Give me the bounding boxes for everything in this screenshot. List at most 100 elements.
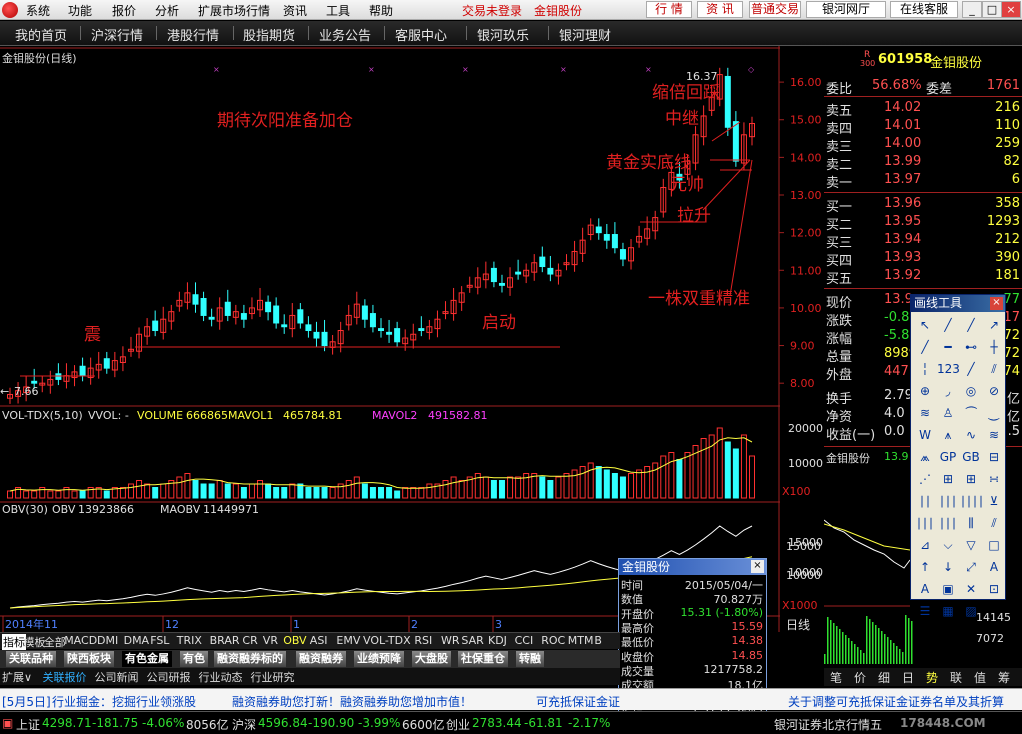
indicator-tab-15[interactable]: RSI <box>413 634 433 647</box>
ext-tab-2[interactable]: 公司新闻 <box>95 669 139 685</box>
rtab-4[interactable]: 势 <box>926 669 938 686</box>
buy-4-row[interactable]: 买四 13.93 390 <box>824 250 1022 269</box>
drawing-tool-icon[interactable]: ↑ <box>914 557 936 578</box>
indicator-tab-17[interactable]: SAR <box>460 634 484 647</box>
menu-system[interactable]: 系统 <box>26 2 50 19</box>
buy-1-row[interactable]: 买一 13.96 358 <box>824 196 1022 215</box>
drawing-tool-icon[interactable]: ⊟ <box>983 447 1005 468</box>
ext-tab-5[interactable]: 行业研究 <box>251 669 295 685</box>
drawing-tool-icon[interactable]: ⊿ <box>914 535 936 556</box>
news-item-2[interactable]: 融资融券助您打新！融资融券助您增加市值！ <box>232 693 472 710</box>
news-item-1[interactable]: 行业掘金：挖掘行业领涨股 <box>52 693 196 710</box>
drawing-tool-icon[interactable]: ▦ <box>937 601 959 622</box>
drawing-tool-icon[interactable]: ⫽ <box>983 359 1005 380</box>
drawing-tool-icon[interactable]: ♙ <box>937 403 959 424</box>
drawing-tool-icon[interactable]: ━ <box>937 337 959 358</box>
sector-tab-3[interactable]: 有色 <box>180 651 208 667</box>
sell-4-row[interactable]: 卖四 14.01 110 <box>824 118 1022 137</box>
drawing-tool-icon[interactable]: ⩕ <box>914 447 936 468</box>
drawing-tool-icon[interactable]: ◞ <box>937 381 959 402</box>
drawing-tool-icon[interactable]: ▨ <box>960 601 982 622</box>
drawing-tool-icon[interactable]: ⋰ <box>914 469 936 490</box>
sector-tab-5[interactable]: 融资融券 <box>296 651 346 667</box>
indicator-tab-4[interactable]: DMI <box>96 634 119 647</box>
drawing-tool-icon[interactable]: ≋ <box>914 403 936 424</box>
indicator-tab-12[interactable]: ASI <box>309 634 329 647</box>
drawing-tool-icon[interactable]: GB <box>960 447 982 468</box>
sector-tab-2[interactable]: 有色金属 <box>122 651 172 667</box>
news-item-4[interactable]: 关于调整可充抵保证金证券名单及其折算 <box>788 693 1004 710</box>
drawing-tool-icon[interactable]: ▣ <box>937 579 959 600</box>
drawing-tool-icon[interactable]: ╱ <box>914 337 936 358</box>
drawing-tool-icon[interactable]: ╱ <box>937 315 959 336</box>
drawing-tool-icon[interactable]: ∣∣∣ <box>937 491 959 512</box>
rtab-3[interactable]: 日 <box>902 669 914 686</box>
drawing-tool-icon[interactable]: ∣∣ <box>914 491 936 512</box>
rtab-2[interactable]: 细 <box>878 669 890 686</box>
sell-3-row[interactable]: 卖三 14.00 259 <box>824 136 1022 155</box>
sector-tab-7[interactable]: 大盘股 <box>412 651 451 667</box>
indicator-tab-9[interactable]: CR <box>241 634 258 647</box>
drawing-tool-icon[interactable]: ◎ <box>960 381 982 402</box>
nav-shsz[interactable]: 沪深行情 <box>91 25 143 44</box>
rtab-0[interactable]: 笔 <box>830 669 842 686</box>
sector-tab-1[interactable]: 陕西板块 <box>64 651 114 667</box>
sell-2-row[interactable]: 卖二 13.99 82 <box>824 154 1022 173</box>
drawing-tool-icon[interactable]: ↖ <box>914 315 936 336</box>
drawing-tool-icon[interactable]: ✕ <box>960 579 982 600</box>
drawing-tool-icon[interactable]: ∺ <box>983 469 1005 490</box>
drawing-tool-icon[interactable]: ⊞ <box>937 469 959 490</box>
drawing-tool-icon[interactable]: ∿ <box>960 425 982 446</box>
drawing-tool-icon[interactable]: A <box>914 579 936 600</box>
drawing-tool-icon[interactable]: ⊕ <box>914 381 936 402</box>
drawing-tools-close-button[interactable]: × <box>990 297 1003 310</box>
indicator-tab-21[interactable]: MTM <box>567 634 595 647</box>
drawing-tool-icon[interactable]: ☰ <box>914 601 936 622</box>
drawing-tool-icon[interactable]: ▽ <box>960 535 982 556</box>
indicator-tab-11[interactable]: OBV <box>282 634 307 647</box>
drawing-tool-icon[interactable]: ╱ <box>960 359 982 380</box>
drawing-tool-icon[interactable]: ↓ <box>937 557 959 578</box>
menu-function[interactable]: 功能 <box>68 2 92 19</box>
drawing-tool-icon[interactable]: 123 <box>937 359 960 380</box>
drawing-tool-icon[interactable]: ∣∣∣ <box>937 513 959 534</box>
drawing-tool-icon[interactable]: ⊘ <box>983 381 1005 402</box>
info-window-title[interactable]: 金钼股份 × <box>619 559 766 575</box>
drawing-tool-icon[interactable]: ⫼ <box>960 513 982 534</box>
trade-button[interactable]: 普通交易 <box>749 1 801 18</box>
drawing-tool-icon[interactable]: GP <box>937 447 959 468</box>
indicator-tab-16[interactable]: WR <box>440 634 461 647</box>
indicator-tab-20[interactable]: ROC <box>540 634 566 647</box>
buy-2-row[interactable]: 买二 13.95 1293 <box>824 214 1022 233</box>
nav-jiule[interactable]: 银河玖乐 <box>477 25 529 44</box>
news-item-3[interactable]: 可充抵保证金证 <box>536 693 620 710</box>
minimize-button[interactable]: _ <box>962 1 982 18</box>
drawing-tool-icon[interactable]: ∣∣∣ <box>914 513 936 534</box>
sector-tab-6[interactable]: 业绩预降 <box>354 651 404 667</box>
sector-tab-0[interactable]: 关联品种 <box>6 651 56 667</box>
ext-tab-0[interactable]: 扩展∨ <box>2 669 32 685</box>
rtab-7[interactable]: 筹 <box>998 669 1010 686</box>
drawing-tool-icon[interactable]: A <box>983 557 1005 578</box>
indicator-tab-18[interactable]: KDJ <box>487 634 508 647</box>
sell-5-row[interactable]: 卖五 14.02 216 <box>824 100 1022 119</box>
rtab-1[interactable]: 价 <box>854 669 866 686</box>
sell-1-row[interactable]: 卖一 13.97 6 <box>824 172 1022 191</box>
indicator-tab-10[interactable]: VR <box>262 634 279 647</box>
menu-tools[interactable]: 工具 <box>326 2 350 19</box>
indicator-tab-6[interactable]: FSL <box>149 634 170 647</box>
drawing-tool-icon[interactable]: ┼ <box>983 337 1005 358</box>
drawing-tool-icon[interactable]: ⊞ <box>960 469 982 490</box>
drawing-tool-icon[interactable]: ⏝ <box>983 403 1005 424</box>
chart-area[interactable]: 16.00 15.00 14.00 13.00 12.00 11.00 10.00 9.00 8… <box>0 46 824 632</box>
drawing-tool-icon[interactable]: ⩚ <box>937 425 959 446</box>
drawing-tool-icon[interactable]: ⊡ <box>983 579 1005 600</box>
drawing-tool-icon[interactable]: ╎ <box>914 359 936 380</box>
drawing-tool-icon[interactable]: □ <box>983 535 1005 556</box>
nav-wealth[interactable]: 银河理财 <box>559 25 611 44</box>
drawing-tool-icon[interactable]: ⏜ <box>960 403 982 424</box>
sector-tab-8[interactable]: 社保重仓 <box>458 651 508 667</box>
indicator-tab-22[interactable]: B <box>593 634 603 647</box>
buy-5-row[interactable]: 买五 13.92 181 <box>824 268 1022 287</box>
quote-button[interactable]: 行 情 <box>646 1 692 18</box>
